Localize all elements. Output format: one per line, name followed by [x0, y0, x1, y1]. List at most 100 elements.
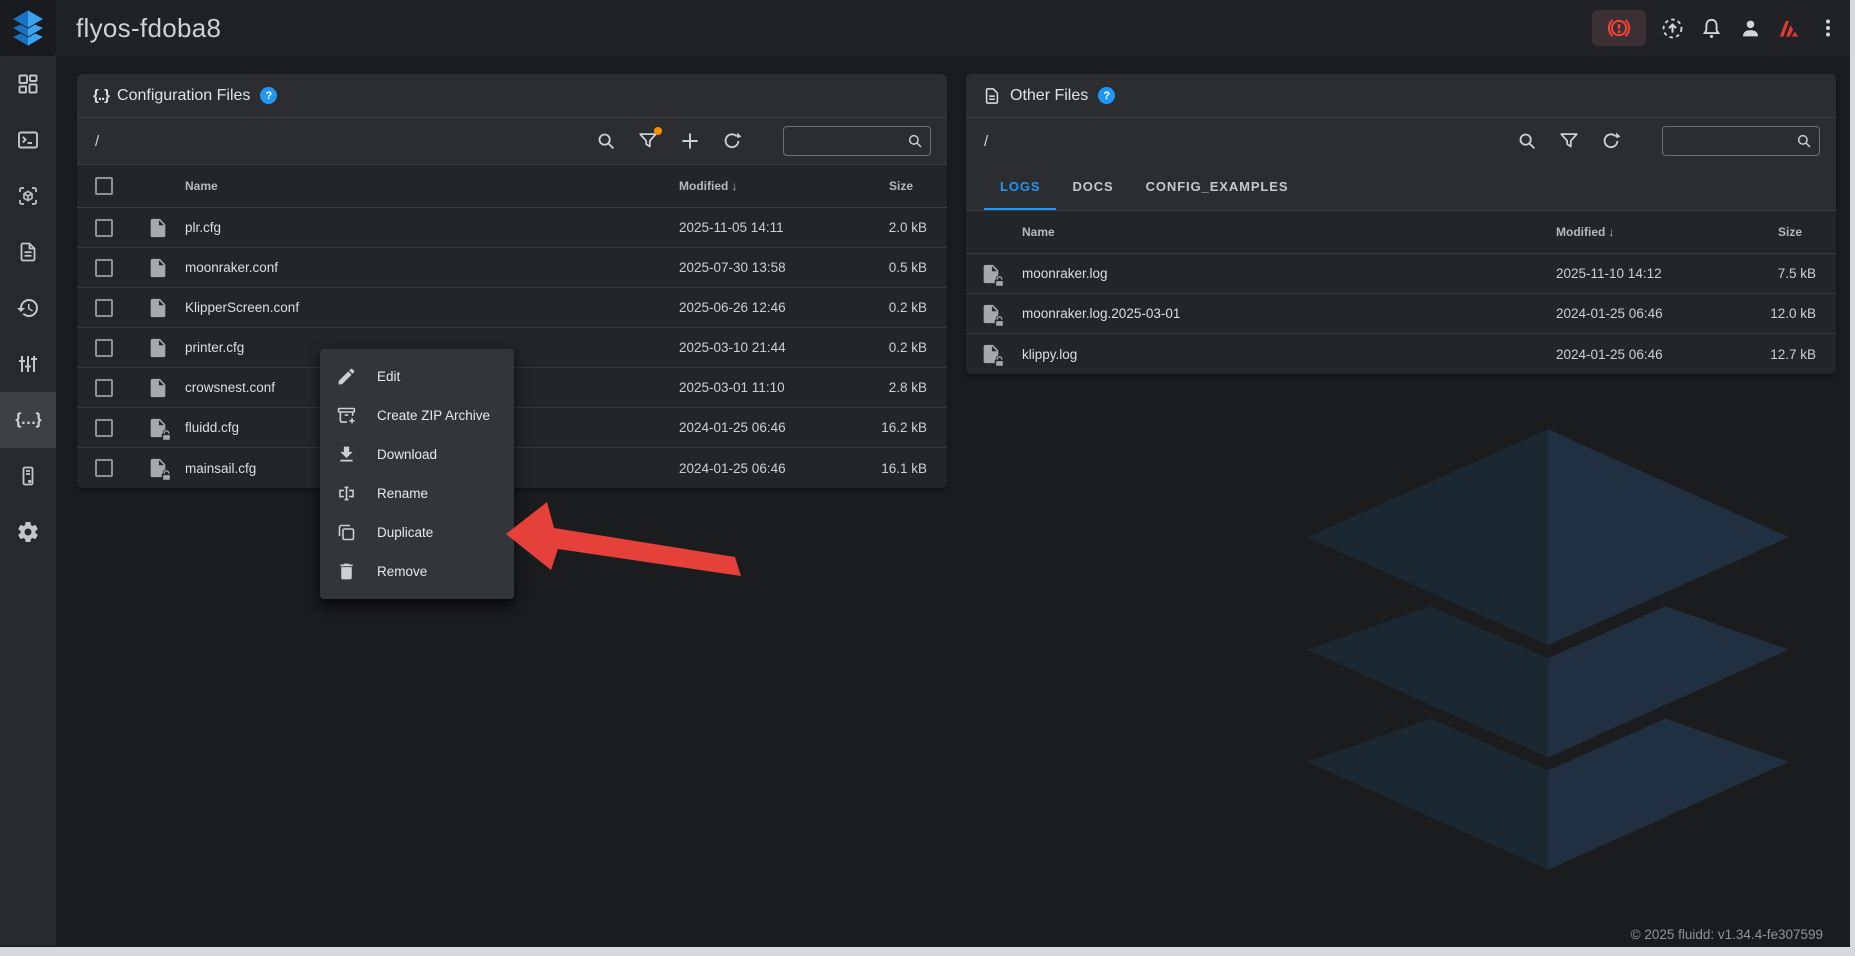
table-row[interactable]: moonraker.conf 2025-07-30 13:58 0.5 kB	[77, 248, 947, 288]
window-edge-right	[1850, 0, 1855, 956]
file-size: 7.5 kB	[1732, 266, 1836, 281]
lock-icon	[993, 355, 1006, 368]
fluidd-watermark-logo	[1268, 412, 1828, 887]
sidebar-item-settings[interactable]	[0, 504, 56, 560]
tab-logs[interactable]: LOGS	[984, 164, 1056, 210]
column-size[interactable]: Size	[847, 179, 947, 193]
row-checkbox[interactable]	[95, 259, 113, 277]
table-row[interactable]: moonraker.log.2025-03-01 2024-01-25 06:4…	[966, 294, 1836, 334]
dashboard-icon	[16, 72, 40, 96]
lock-icon	[993, 275, 1006, 288]
file-name: KlipperScreen.conf	[185, 300, 679, 315]
file-modified: 2024-01-25 06:46	[1556, 306, 1732, 321]
help-icon[interactable]: ?	[260, 87, 277, 104]
config-toolbar: /	[77, 118, 947, 164]
other-search-input[interactable]	[1671, 134, 1795, 149]
appbar-actions	[1592, 10, 1841, 46]
config-search-box	[783, 126, 931, 156]
table-row[interactable]: KlipperScreen.conf 2025-06-26 12:46 0.2 …	[77, 288, 947, 328]
update-status-icon[interactable]	[1659, 15, 1685, 41]
menu-item-duplicate[interactable]: Duplicate	[320, 513, 514, 552]
sort-desc-icon: ↓	[731, 179, 737, 193]
sidebar-item-console[interactable]	[0, 112, 56, 168]
sidebar-item-history[interactable]	[0, 280, 56, 336]
system-host-icon	[16, 464, 40, 488]
column-name[interactable]: Name	[185, 179, 679, 193]
history-icon	[16, 296, 40, 320]
file-modified: 2025-03-10 21:44	[679, 340, 847, 355]
menu-item-rename[interactable]: Rename	[320, 474, 514, 513]
sort-desc-icon: ↓	[1608, 225, 1614, 239]
file-modified: 2025-11-10 14:12	[1556, 266, 1732, 281]
column-modified[interactable]: Modified↓	[1556, 225, 1732, 239]
notifications-bell-icon[interactable]	[1698, 15, 1724, 41]
tune-icon	[16, 352, 40, 376]
panel-title: Configuration Files	[117, 87, 250, 105]
table-row[interactable]: moonraker.log 2025-11-10 14:12 7.5 kB	[966, 254, 1836, 294]
menu-item-create-zip-archive[interactable]: Create ZIP Archive	[320, 396, 514, 435]
menu-item-label: Duplicate	[377, 525, 433, 540]
breadcrumb[interactable]: /	[982, 133, 988, 150]
other-files-table: Name Modified↓ Size moonraker.log 2025-1…	[966, 210, 1836, 374]
filter-icon[interactable]	[1558, 130, 1580, 152]
file-size: 12.0 kB	[1732, 306, 1836, 321]
row-checkbox[interactable]	[95, 299, 113, 317]
config-search-input[interactable]	[792, 134, 906, 149]
file-modified: 2025-07-30 13:58	[679, 260, 847, 275]
file-size: 0.2 kB	[847, 300, 947, 315]
row-checkbox[interactable]	[95, 339, 113, 357]
braces-icon: {…}	[15, 411, 40, 429]
tab-config-examples[interactable]: CONFIG_EXAMPLES	[1130, 164, 1305, 210]
menu-item-download[interactable]: Download	[320, 435, 514, 474]
sidebar-item-gcode-preview[interactable]	[0, 168, 56, 224]
file-size: 16.1 kB	[847, 461, 947, 476]
column-size[interactable]: Size	[1732, 225, 1836, 239]
menu-item-remove[interactable]: Remove	[320, 552, 514, 591]
printer-brand-icon[interactable]	[1776, 15, 1802, 41]
config-panel-header: {..} Configuration Files ?	[77, 74, 947, 118]
other-files-panel: Other Files ? /	[966, 74, 1836, 374]
sidebar-item-system[interactable]	[0, 448, 56, 504]
tab-docs[interactable]: DOCS	[1056, 164, 1129, 210]
sidebar-item-dashboard[interactable]	[0, 56, 56, 112]
column-modified[interactable]: Modified↓	[679, 179, 847, 193]
add-file-icon[interactable]	[679, 130, 701, 152]
search-icon[interactable]	[595, 130, 617, 152]
column-name[interactable]: Name	[1022, 225, 1556, 239]
sidebar-item-jobs[interactable]	[0, 224, 56, 280]
app-bar: flyos-fdoba8	[0, 0, 1855, 56]
table-row[interactable]: plr.cfg 2025-11-05 14:11 2.0 kB	[77, 208, 947, 248]
file-locked-icon	[980, 303, 1002, 325]
other-search-box	[1662, 126, 1820, 156]
menu-item-edit[interactable]: Edit	[320, 357, 514, 396]
overflow-menu-icon[interactable]	[1815, 15, 1841, 41]
file-name: moonraker.log.2025-03-01	[1022, 306, 1556, 321]
breadcrumb[interactable]: /	[93, 133, 99, 150]
row-checkbox[interactable]	[95, 219, 113, 237]
page-title: flyos-fdoba8	[76, 13, 221, 44]
file-locked-icon	[980, 343, 1002, 365]
row-checkbox[interactable]	[95, 379, 113, 397]
window-edge-bottom	[0, 947, 1855, 956]
row-checkbox[interactable]	[95, 459, 113, 477]
table-header: Name Modified↓ Size	[77, 165, 947, 208]
refresh-icon[interactable]	[1600, 130, 1622, 152]
refresh-icon[interactable]	[721, 130, 743, 152]
file-size: 16.2 kB	[847, 420, 947, 435]
gear-icon	[16, 520, 40, 544]
account-icon[interactable]	[1737, 15, 1763, 41]
filter-icon[interactable]	[637, 130, 659, 152]
pencil-icon	[336, 366, 357, 387]
file-size: 0.5 kB	[847, 260, 947, 275]
fluidd-logo[interactable]	[0, 0, 56, 56]
table-row[interactable]: klippy.log 2024-01-25 06:46 12.7 kB	[966, 334, 1836, 374]
file-size: 12.7 kB	[1732, 347, 1836, 362]
row-checkbox[interactable]	[95, 419, 113, 437]
emergency-stop-button[interactable]	[1592, 10, 1646, 46]
sidebar-item-configure[interactable]: {…}	[0, 392, 56, 448]
search-icon[interactable]	[1516, 130, 1538, 152]
braces-icon: {..}	[93, 87, 109, 104]
help-icon[interactable]: ?	[1098, 87, 1115, 104]
sidebar-item-tune[interactable]	[0, 336, 56, 392]
select-all-checkbox[interactable]	[95, 177, 113, 195]
